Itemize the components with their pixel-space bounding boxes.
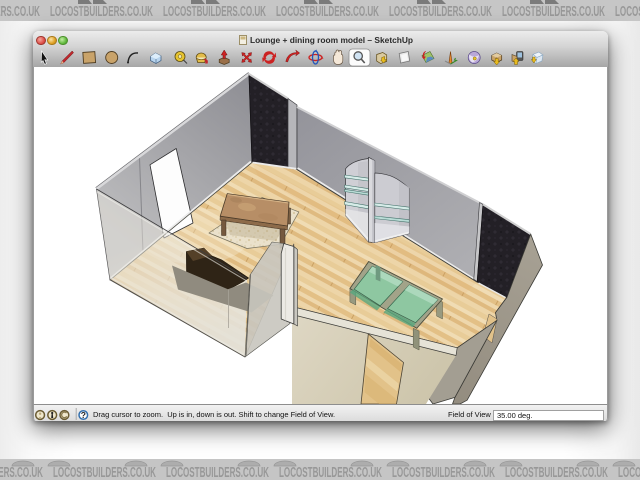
svg-text:LOCOSTBUILDERS.CO.UK: LOCOSTBUILDERS.CO.UK [618, 465, 640, 480]
svg-text:LOCOSTBUILDERS.CO.UK: LOCOSTBUILDERS.CO.UK [615, 4, 640, 20]
svg-text:LOCOSTBUILDERS.CO.UK: LOCOSTBUILDERS.CO.UK [0, 4, 40, 20]
svg-text:LOCOSTBUILDERS.CO.UK: LOCOSTBUILDERS.CO.UK [53, 465, 156, 480]
svg-text:LOCOSTBUILDERS.CO.UK: LOCOSTBUILDERS.CO.UK [0, 465, 43, 480]
svg-text:LOCOSTBUILDERS.CO.UK: LOCOSTBUILDERS.CO.UK [166, 465, 269, 480]
svg-text:LOCOSTBUILDERS.CO.UK: LOCOSTBUILDERS.CO.UK [392, 465, 495, 480]
svg-text:LOCOSTBUILDERS.CO.UK: LOCOSTBUILDERS.CO.UK [279, 465, 382, 480]
svg-text:LOCOSTBUILDERS.CO.UK: LOCOSTBUILDERS.CO.UK [389, 4, 492, 20]
svg-text:?: ? [81, 410, 86, 420]
svg-text:LOCOSTBUILDERS.CO.UK: LOCOSTBUILDERS.CO.UK [505, 465, 608, 480]
svg-text:LOCOSTBUILDERS.CO.UK: LOCOSTBUILDERS.CO.UK [163, 4, 266, 20]
svg-text:LOCOSTBUILDERS.CO.UK: LOCOSTBUILDERS.CO.UK [502, 4, 605, 20]
svg-text:LOCOSTBUILDERS.CO.UK: LOCOSTBUILDERS.CO.UK [50, 4, 153, 20]
svg-text:LOCOSTBUILDERS.CO.UK: LOCOSTBUILDERS.CO.UK [276, 4, 379, 20]
